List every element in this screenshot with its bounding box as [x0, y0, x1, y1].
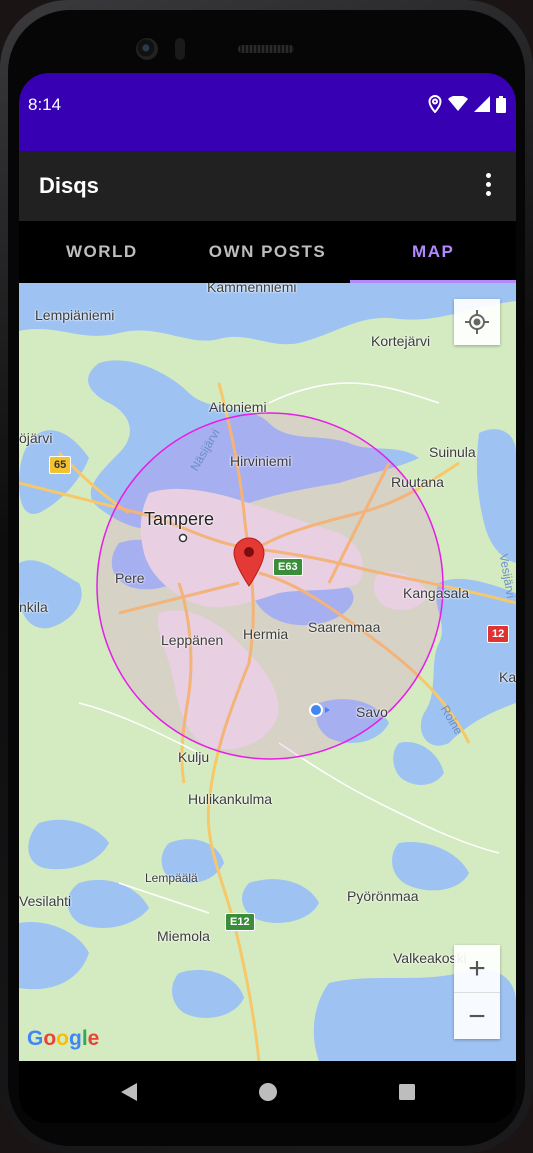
proximity-sensor [175, 38, 185, 60]
map-label-pere: Pere [115, 570, 145, 586]
tab-own-posts[interactable]: OWN POSTS [185, 221, 351, 283]
map-label-lempaala: Lempäälä [145, 871, 198, 885]
map-label-tampere: Tampere [144, 509, 215, 529]
tab-map[interactable]: MAP [350, 221, 516, 283]
map-label-lempiaaniemi: Lempiäniemi [35, 307, 115, 323]
status-bar: 8:14 [19, 73, 516, 151]
road-shield-12: 12 [487, 625, 510, 643]
back-icon [120, 1083, 137, 1101]
map-label-ojarvi: öjärvi [19, 430, 53, 446]
home-button[interactable] [248, 1072, 288, 1112]
map-label-savo: Savo [356, 704, 388, 720]
battery-icon [496, 95, 506, 113]
map-label-vesilahti: Vesilahti [19, 893, 72, 909]
front-camera [136, 38, 158, 60]
signal-icon [474, 96, 490, 112]
screen: 8:14 Disqs WORLD OWN POSTS MAP Kammennie… [19, 73, 516, 1123]
crosshair-icon [465, 310, 489, 334]
map-label-ruutana: Ruutana [391, 474, 444, 490]
map-label-kammenniemi: Kammenniemi [207, 283, 297, 295]
map-base [19, 283, 516, 1061]
map-label-kulju: Kulju [178, 749, 210, 765]
wifi-icon [448, 96, 468, 111]
overflow-menu-icon[interactable] [476, 173, 500, 199]
map-label-hermia: Hermia [243, 626, 289, 642]
earpiece-speaker [238, 45, 294, 53]
recents-button[interactable] [387, 1072, 427, 1112]
google-logo: Google [27, 1027, 100, 1050]
app-title: Disqs [39, 173, 99, 198]
recents-icon [398, 1084, 415, 1100]
zoom-controls: + − [454, 945, 500, 1039]
location-icon [428, 95, 442, 113]
map-label-miemola: Miemola [157, 928, 210, 944]
map-label-ka: Ka [499, 669, 516, 685]
map-label-pyoronmaa: Pyörönmaa [347, 888, 419, 904]
back-button[interactable] [109, 1072, 149, 1112]
tab-world[interactable]: WORLD [19, 221, 185, 283]
phone-frame: 8:14 Disqs WORLD OWN POSTS MAP Kammennie… [0, 0, 533, 1153]
tampere-dot-icon [178, 533, 188, 543]
tab-bar: WORLD OWN POSTS MAP [19, 221, 516, 283]
status-time: 8:14 [28, 95, 62, 114]
road-shield-e63: E63 [273, 558, 303, 576]
zoom-in-button[interactable]: + [454, 945, 500, 993]
map-label-saarenmaa: Saarenmaa [308, 619, 381, 635]
map-label-hirviniemi: Hirviniemi [230, 453, 292, 469]
map-label-kortejarvi: Kortejärvi [371, 333, 431, 349]
road-shield-e12: E12 [225, 913, 255, 931]
my-location-button[interactable] [454, 299, 500, 345]
location-marker-icon[interactable] [232, 536, 266, 588]
my-location-dot-icon [309, 703, 330, 717]
map-label-nkila: nkila [19, 599, 48, 615]
home-icon [258, 1083, 277, 1101]
map-label-kangasala: Kangasala [403, 585, 470, 601]
status-icons [428, 95, 506, 113]
map-label-suinula: Suinula [429, 444, 476, 460]
zoom-out-button[interactable]: − [454, 993, 500, 1040]
navigation-bar [19, 1061, 516, 1123]
map-view[interactable]: Kammenniemi Lempiäniemi Kortejärvi Aiton… [19, 283, 516, 1061]
map-label-leppanen: Leppänen [161, 632, 224, 648]
road-shield-65: 65 [49, 456, 72, 474]
map-label-hulikankulma: Hulikankulma [188, 791, 273, 807]
map-label-aitoniemi: Aitoniemi [209, 399, 267, 415]
app-bar: Disqs [19, 151, 516, 221]
